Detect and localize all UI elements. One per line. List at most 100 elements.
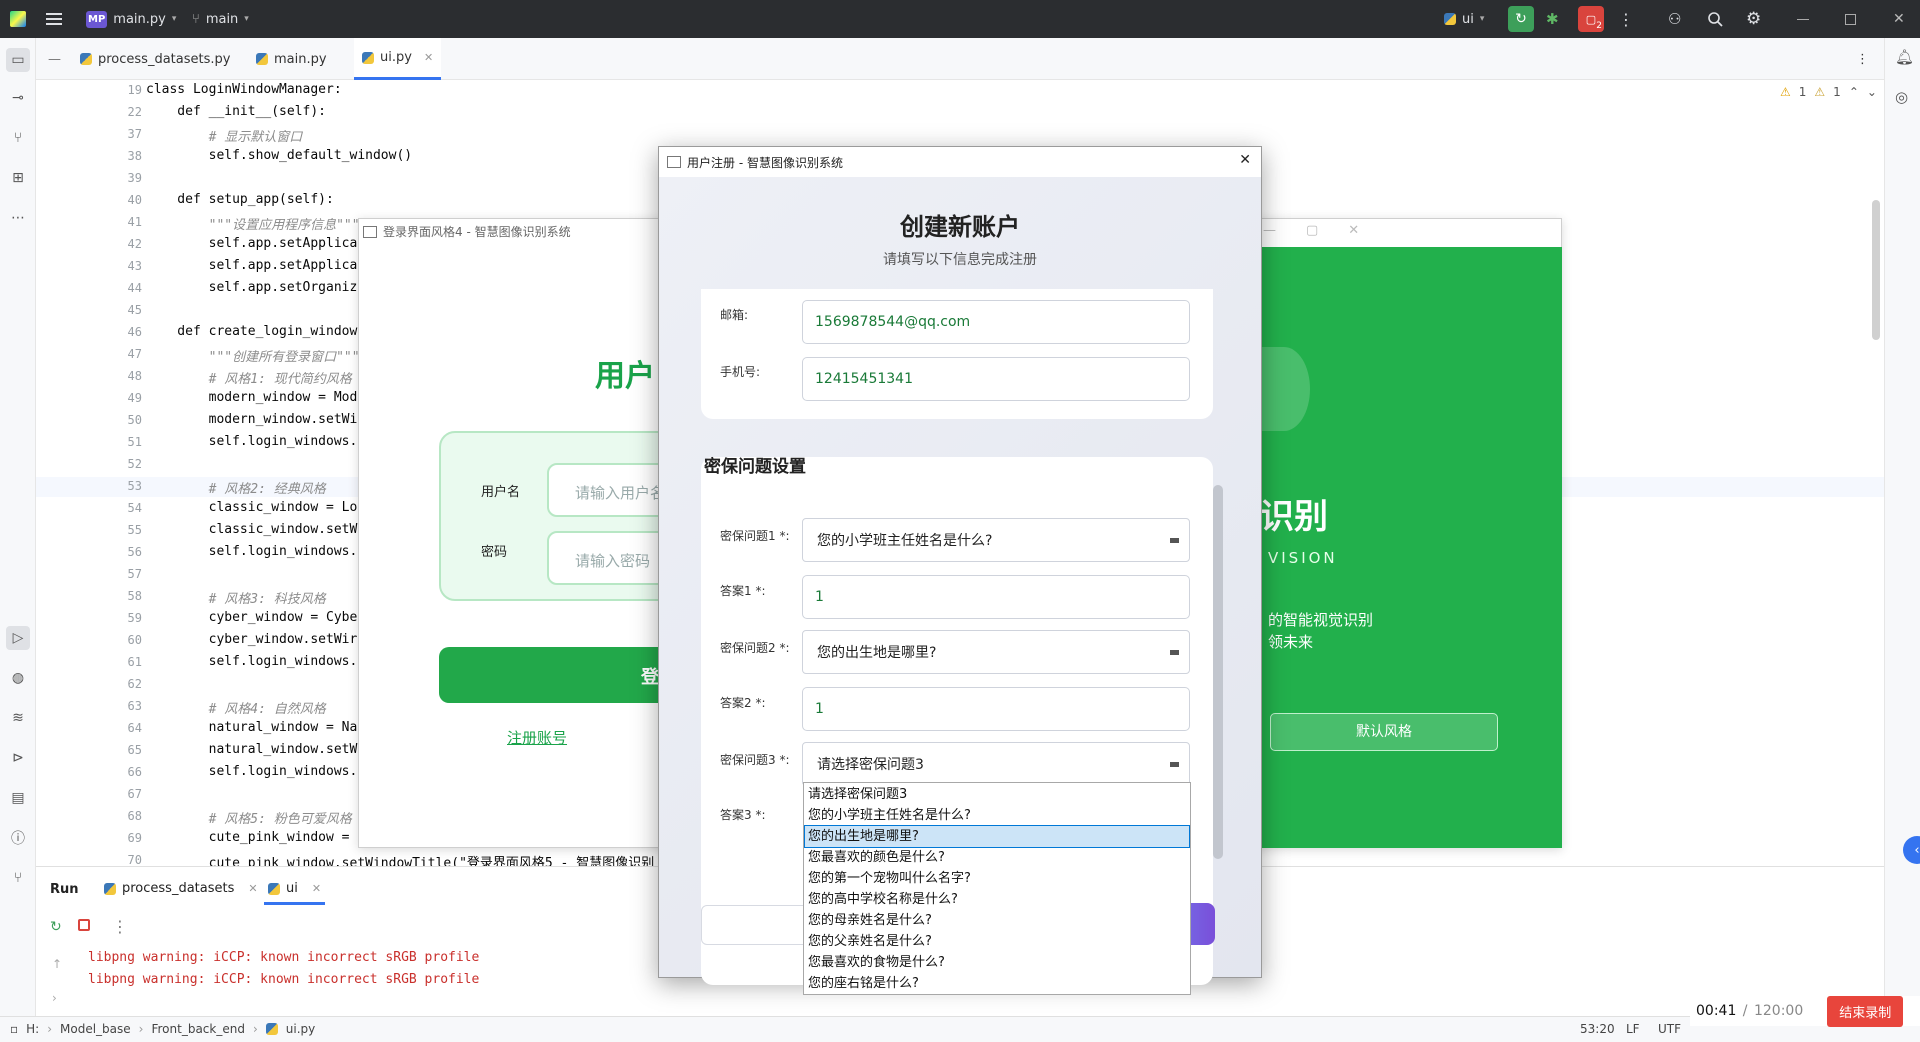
structure-icon[interactable]: ⊞ bbox=[6, 166, 30, 190]
dropdown-option[interactable]: 您最喜欢的食物是什么? bbox=[805, 952, 1189, 973]
code-line[interactable]: modern_window = Mod bbox=[146, 390, 358, 405]
more-actions-icon[interactable]: ⋮ bbox=[1618, 0, 1634, 38]
email-field[interactable]: 1569878544@qq.com bbox=[802, 300, 1190, 344]
close-tab-icon[interactable]: ✕ bbox=[424, 51, 433, 64]
code-line[interactable]: natural_window = Na bbox=[146, 720, 358, 735]
close-icon[interactable]: ✕ bbox=[1893, 0, 1905, 38]
collapse-side-icon[interactable]: ‹ bbox=[1903, 836, 1920, 864]
collapse-icon[interactable]: — bbox=[40, 38, 69, 80]
code-line[interactable]: natural_window.setW bbox=[146, 742, 358, 757]
tab-process-datasets[interactable]: process_datasets.py bbox=[72, 38, 238, 80]
console-output[interactable]: libpng warning: iCCP: known incorrect sR… bbox=[88, 947, 479, 991]
code-line[interactable]: # 风格1: 现代简约风格 bbox=[146, 368, 352, 387]
code-line[interactable]: cute_pink_window = bbox=[146, 830, 357, 845]
register-link[interactable]: 注册账号 bbox=[507, 727, 567, 748]
line-ending[interactable]: LF bbox=[1626, 1022, 1640, 1036]
code-line[interactable]: self.login_windows. bbox=[146, 654, 358, 669]
stop-button[interactable]: ▢ 2 bbox=[1578, 0, 1604, 38]
maximize-icon[interactable]: ▢ bbox=[1306, 223, 1318, 238]
dropdown-option[interactable]: 请选择密保问题3 bbox=[805, 784, 1189, 805]
code-line[interactable]: self.app.setApplica bbox=[146, 258, 358, 273]
dropdown-option[interactable]: 您的高中学校名称是什么? bbox=[805, 889, 1189, 910]
code-line[interactable]: # 风格4: 自然风格 bbox=[146, 698, 326, 717]
add-user-icon[interactable]: ⚇ bbox=[1668, 0, 1681, 38]
tab-options-icon[interactable]: ⋮ bbox=[1848, 38, 1877, 80]
chevron-up-icon[interactable]: ⌃ bbox=[1849, 85, 1859, 99]
settings-gear-icon[interactable]: ⚙ bbox=[1746, 0, 1761, 38]
more-tools-icon[interactable]: ⋯ bbox=[6, 206, 30, 230]
code-line[interactable]: modern_window.setWi bbox=[146, 412, 358, 427]
run-tool-icon[interactable]: ▷ bbox=[6, 626, 30, 650]
code-line[interactable]: cyber_window = Cybe bbox=[146, 610, 358, 625]
file-encoding[interactable]: UTF bbox=[1658, 1022, 1681, 1036]
chevron-down-icon[interactable]: ⌄ bbox=[1867, 85, 1877, 99]
close-icon[interactable]: ✕ bbox=[1239, 152, 1251, 168]
pull-requests-icon[interactable]: ⑂ bbox=[6, 126, 30, 150]
stop-recording-button[interactable]: 结束录制 bbox=[1827, 995, 1904, 1027]
scroll-up-icon[interactable]: ↑ bbox=[52, 957, 62, 971]
code-line[interactable]: # 显示默认窗口 bbox=[146, 126, 303, 145]
breadcrumb-item[interactable]: ui.py bbox=[286, 1022, 315, 1036]
code-line[interactable]: cyber_window.setWir bbox=[146, 632, 358, 647]
rerun-button[interactable]: ↻ bbox=[1508, 0, 1534, 38]
project-folder-icon[interactable]: ▭ bbox=[6, 48, 30, 72]
code-line[interactable]: self.app.setApplica bbox=[146, 236, 358, 251]
answer-2-field[interactable]: 1 bbox=[802, 687, 1190, 731]
terminal-icon[interactable]: ▤ bbox=[6, 786, 30, 810]
security-question-3-select[interactable]: 请选择密保问题3 bbox=[802, 742, 1190, 786]
run-tab-process-datasets[interactable]: process_datasets ✕ bbox=[104, 881, 258, 896]
dialog-scrollbar[interactable] bbox=[1213, 485, 1223, 859]
dropdown-option[interactable]: 您的小学班主任姓名是什么? bbox=[805, 805, 1189, 826]
notifications-icon[interactable]: 🔔︎ bbox=[1895, 48, 1914, 66]
branch-selector[interactable]: ⑂ main ▾ bbox=[192, 0, 249, 38]
editor-scrollbar[interactable] bbox=[1872, 200, 1880, 340]
default-style-button[interactable]: 默认风格 bbox=[1270, 713, 1498, 751]
minimize-icon[interactable] bbox=[1797, 0, 1809, 38]
app-logo-icon[interactable] bbox=[10, 0, 26, 38]
inspection-widget[interactable]: ⚠ 1 ⚠ 1 ⌃ ⌄ bbox=[1780, 85, 1877, 99]
code-line[interactable]: # 风格3: 科技风格 bbox=[146, 588, 326, 607]
code-line[interactable]: classic_window = Lo bbox=[146, 500, 358, 515]
search-icon[interactable] bbox=[1707, 0, 1723, 38]
cursor-position[interactable]: 53:20 bbox=[1580, 1022, 1615, 1036]
restore-icon[interactable] bbox=[1845, 0, 1856, 38]
tab-main[interactable]: main.py bbox=[248, 38, 335, 80]
security-question-1-select[interactable]: 您的小学班主任姓名是什么? bbox=[802, 518, 1190, 562]
expand-icon[interactable]: › bbox=[52, 991, 57, 1005]
code-line[interactable]: class LoginWindowManager: bbox=[146, 82, 342, 97]
project-selector[interactable]: MP main.py ▾ bbox=[86, 0, 176, 38]
debug-button[interactable]: ✱ bbox=[1546, 0, 1559, 38]
code-line[interactable]: self.show_default_window() bbox=[146, 148, 413, 163]
run-tab-ui[interactable]: ui ✕ bbox=[264, 875, 326, 905]
stop-icon[interactable] bbox=[78, 919, 90, 931]
security-question-3-dropdown[interactable]: 请选择密保问题3 您的小学班主任姓名是什么? 您的出生地是哪里? 您最喜欢的颜色是什么… bbox=[803, 782, 1191, 995]
close-tab-icon[interactable]: ✕ bbox=[312, 882, 321, 895]
layers-icon[interactable]: ≋ bbox=[6, 706, 30, 730]
code-line[interactable]: """创建所有登录窗口""" bbox=[146, 346, 360, 365]
breadcrumb-item[interactable]: Front_back_end bbox=[151, 1022, 244, 1036]
code-line[interactable]: self.app.setOrganiz bbox=[146, 280, 358, 295]
dropdown-option[interactable]: 您的出生地是哪里? bbox=[804, 825, 1190, 848]
dropdown-option[interactable]: 您的第一个宠物叫什么名字? bbox=[805, 868, 1189, 889]
code-line[interactable]: def __init__(self): bbox=[146, 104, 326, 119]
dropdown-option[interactable]: 您的母亲姓名是什么? bbox=[805, 910, 1189, 931]
minimize-icon[interactable]: — bbox=[1263, 223, 1276, 238]
commit-icon[interactable]: ⊸ bbox=[6, 86, 30, 110]
dropdown-option[interactable]: 您的座右铭是什么? bbox=[805, 973, 1189, 994]
code-line[interactable]: cute_pink_window.setWindowTitle("登录界面风格5… bbox=[146, 852, 655, 866]
code-line[interactable]: self.login_windows. bbox=[146, 434, 358, 449]
code-line[interactable]: classic_window.setW bbox=[146, 522, 358, 537]
problems-icon[interactable]: ⓘ bbox=[6, 826, 30, 850]
phone-field[interactable]: 12415451341 bbox=[802, 357, 1190, 401]
git-icon[interactable]: ⑂ bbox=[6, 866, 30, 890]
answer-1-field[interactable]: 1 bbox=[802, 575, 1190, 619]
run-config-selector[interactable]: ui ▾ bbox=[1444, 0, 1484, 38]
dropdown-option[interactable]: 您最喜欢的颜色是什么? bbox=[805, 847, 1189, 868]
close-tab-icon[interactable]: ✕ bbox=[248, 882, 257, 895]
breadcrumb-item[interactable]: H: bbox=[26, 1022, 39, 1036]
services-icon[interactable]: ⊳ bbox=[6, 746, 30, 770]
close-icon[interactable]: ✕ bbox=[1348, 223, 1359, 238]
ai-assistant-icon[interactable]: ◎ bbox=[1895, 88, 1908, 106]
dropdown-option[interactable]: 您的父亲姓名是什么? bbox=[805, 931, 1189, 952]
code-line[interactable]: self.login_windows. bbox=[146, 544, 358, 559]
